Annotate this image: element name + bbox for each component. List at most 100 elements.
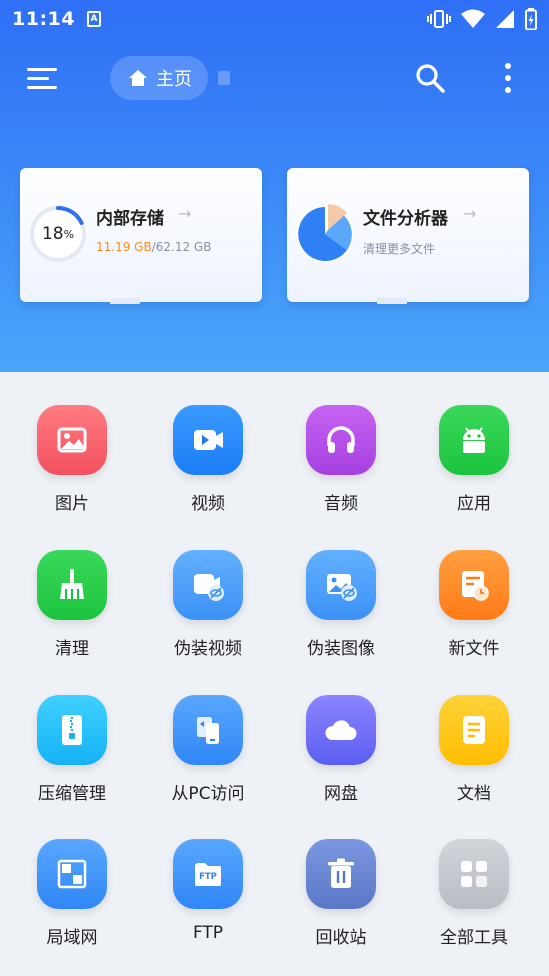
zip-icon <box>62 715 82 745</box>
tools-grid: 图片 视频 音频 应用清理 伪装视频 伪装图像 新文件压缩管理 从PC访问 网盘 文档局域网 FTP… <box>0 372 549 976</box>
android-icon <box>463 427 485 453</box>
tool-hidden-video[interactable]: 伪装视频 <box>148 550 268 680</box>
card-notch <box>110 298 140 304</box>
tool-lan[interactable]: 局域网 <box>12 839 132 969</box>
tool-tile[interactable] <box>439 405 509 475</box>
tool-label: 音频 <box>324 494 358 514</box>
storage-percent-value: 18 <box>41 224 64 244</box>
tool-tile[interactable] <box>173 405 243 475</box>
tool-tile[interactable] <box>439 839 509 909</box>
analyzer-subtitle: 清理更多文件 <box>363 242 436 256</box>
document-icon <box>463 716 485 744</box>
lan-icon <box>57 859 87 889</box>
tool-tile[interactable] <box>37 550 107 620</box>
analyzer-title: 文件分析器 <box>363 209 448 229</box>
menu-button[interactable] <box>24 60 60 96</box>
home-icon <box>129 70 147 86</box>
tool-label: 全部工具 <box>440 928 508 948</box>
tool-document[interactable]: 文档 <box>414 695 534 825</box>
tool-video[interactable]: 视频 <box>148 405 268 535</box>
cloud-icon <box>325 720 357 740</box>
tool-tile[interactable] <box>439 695 509 765</box>
status-icons <box>427 8 537 30</box>
image-icon <box>57 427 87 453</box>
tool-tile[interactable] <box>306 839 376 909</box>
card-notch <box>377 298 407 304</box>
status-bar: 11:14 A <box>0 0 549 38</box>
tool-label: 伪装图像 <box>307 639 375 659</box>
tool-tile[interactable]: FTP <box>173 839 243 909</box>
tool-tile[interactable] <box>306 550 376 620</box>
menu-line <box>27 77 49 80</box>
tool-label: 网盘 <box>324 784 358 804</box>
tool-tile[interactable] <box>173 550 243 620</box>
new-file-icon <box>462 571 489 601</box>
more-options-icon[interactable] <box>494 60 522 96</box>
hidden-video-icon <box>194 574 224 601</box>
tool-tile[interactable] <box>306 405 376 475</box>
tool-pc-transfer[interactable]: 从PC访问 <box>148 695 268 825</box>
internal-storage-card[interactable]: 18% 内部存储 → 11.19 GB/62.12 GB <box>20 168 262 304</box>
ftp-icon: FTP <box>195 863 221 886</box>
tool-label: 回收站 <box>315 928 367 948</box>
tool-tile[interactable] <box>306 695 376 765</box>
tool-label: 图片 <box>55 494 89 514</box>
tool-hidden-image[interactable]: 伪装图像 <box>281 550 401 680</box>
tool-all-tools[interactable]: 全部工具 <box>414 839 534 969</box>
pc-transfer-icon <box>197 717 219 744</box>
wifi-icon <box>461 9 485 28</box>
tool-tile[interactable] <box>173 695 243 765</box>
tool-tile[interactable] <box>439 550 509 620</box>
status-time: 11:14 <box>12 8 75 30</box>
menu-line <box>27 86 57 89</box>
file-analyzer-card[interactable]: 文件分析器 → 清理更多文件 <box>287 168 529 304</box>
breadcrumb-folder-icon <box>218 71 230 85</box>
tool-label: FTP <box>192 923 224 943</box>
tool-label: 视频 <box>191 494 225 514</box>
signal-icon <box>496 10 514 28</box>
trash-icon <box>328 858 354 888</box>
vibrate-icon <box>427 10 451 28</box>
tool-trash[interactable]: 回收站 <box>281 839 401 969</box>
tool-label: 伪装视频 <box>174 639 242 659</box>
tool-broom[interactable]: 清理 <box>12 550 132 680</box>
tool-cloud[interactable]: 网盘 <box>281 695 401 825</box>
tool-label: 局域网 <box>46 928 98 948</box>
search-icon[interactable] <box>414 62 446 94</box>
toolbar: 主页 <box>0 50 549 106</box>
tool-label: 应用 <box>457 494 491 514</box>
storage-used: 11.19 GB <box>96 240 152 254</box>
tool-tile[interactable] <box>37 839 107 909</box>
broom-icon <box>60 569 84 599</box>
storage-percent: 18% <box>28 204 88 264</box>
menu-line <box>27 68 57 71</box>
notification-icon: A <box>86 11 101 27</box>
all-tools-icon <box>461 861 487 887</box>
storage-arrow-icon: → <box>178 204 192 223</box>
storage-total: 62.12 GB <box>155 240 212 254</box>
tool-label: 压缩管理 <box>38 784 106 804</box>
tool-android[interactable]: 应用 <box>414 405 534 535</box>
tool-ftp[interactable]: FTP FTP <box>148 839 268 969</box>
ftp-badge-text: FTP <box>199 872 217 882</box>
tool-zip[interactable]: 压缩管理 <box>12 695 132 825</box>
home-breadcrumb-chip[interactable]: 主页 <box>110 56 208 100</box>
tool-new-file[interactable]: 新文件 <box>414 550 534 680</box>
tool-label: 从PC访问 <box>171 784 245 804</box>
home-label: 主页 <box>156 69 192 90</box>
tool-headphones[interactable]: 音频 <box>281 405 401 535</box>
pie-chart-icon <box>296 204 354 263</box>
tool-image[interactable]: 图片 <box>12 405 132 535</box>
battery-icon <box>525 8 537 30</box>
tool-tile[interactable] <box>37 695 107 765</box>
analyzer-arrow-icon: → <box>463 204 477 223</box>
tool-label: 清理 <box>55 639 89 659</box>
tool-tile[interactable] <box>37 405 107 475</box>
storage-percent-sign: % <box>63 227 75 241</box>
header-background: 11:14 A 主页 18 % 内部存储 → 11.19 GB/62.12 GB… <box>0 0 549 372</box>
hidden-image-icon <box>327 574 357 601</box>
storage-title: 内部存储 <box>96 209 164 229</box>
tool-label: 新文件 <box>448 639 500 659</box>
tool-label: 文档 <box>457 784 491 804</box>
video-icon <box>194 430 223 450</box>
